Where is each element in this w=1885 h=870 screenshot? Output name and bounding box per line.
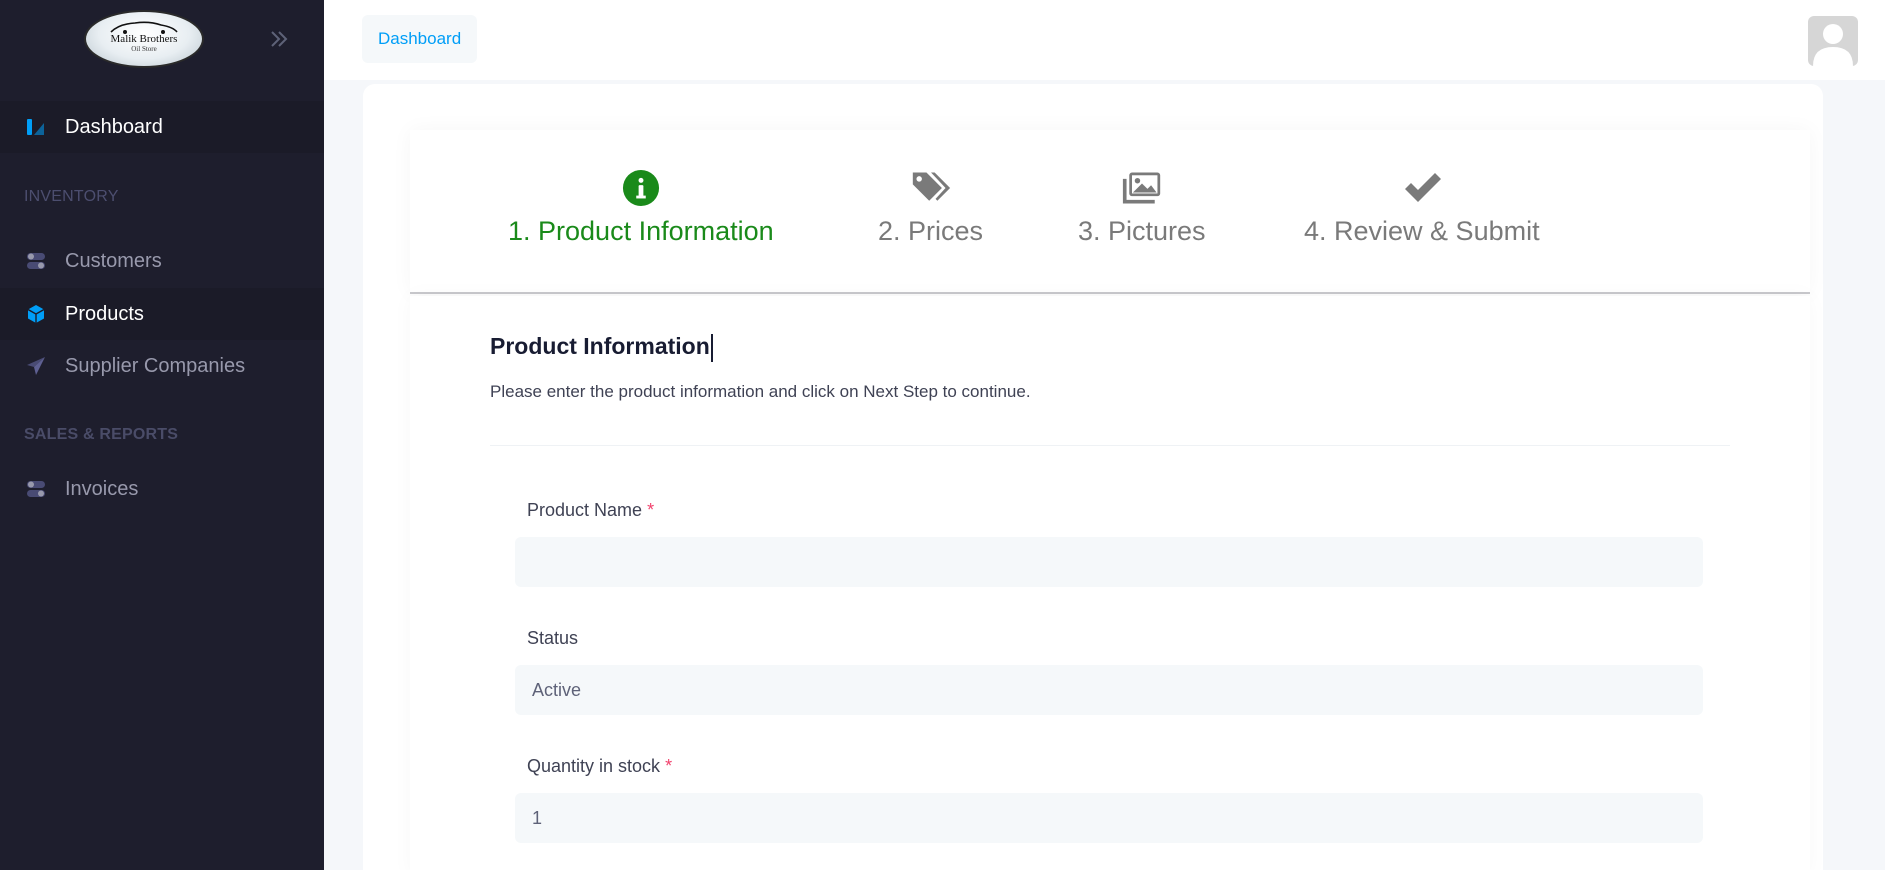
quantity-input[interactable]: 1 — [515, 793, 1703, 843]
product-name-input[interactable] — [515, 537, 1703, 587]
sidebar-item-label: Customers — [65, 249, 162, 272]
cube-icon — [27, 305, 45, 323]
status-label-text: Status — [527, 628, 579, 648]
paper-plane-icon — [27, 357, 45, 375]
section-header-sales-reports: SALES & REPORTS — [24, 426, 179, 443]
toggle-icon — [27, 253, 45, 269]
brand-logo[interactable]: Malik Brothers Oil Store — [84, 10, 204, 68]
images-icon — [1122, 172, 1160, 204]
avatar[interactable] — [1808, 16, 1858, 66]
sidebar-item-label: Invoices — [65, 477, 139, 500]
step-label: 4. Review & Submit — [1304, 216, 1540, 246]
tags-icon — [912, 172, 950, 201]
form-title: Product Information — [490, 333, 713, 362]
form-description: Please enter the product information and… — [490, 382, 1031, 401]
form-title-text: Product Information — [490, 333, 710, 359]
check-icon — [1404, 173, 1441, 202]
dashboard-icon — [27, 119, 44, 135]
sidebar: Malik Brothers Oil Store Dashboard INVEN… — [0, 0, 324, 870]
sidebar-item-supplier-companies[interactable]: Supplier Companies — [0, 340, 324, 392]
step-label: 1. Product Information — [508, 216, 774, 246]
sidebar-item-label: Dashboard — [65, 115, 163, 138]
required-mark: * — [665, 756, 673, 776]
quantity-label: Quantity in stock * — [527, 756, 672, 777]
status-select[interactable]: Active — [515, 665, 1703, 715]
sidebar-item-products[interactable]: Products — [0, 288, 324, 340]
form-divider — [490, 445, 1730, 446]
topbar: Dashboard — [324, 0, 1885, 80]
double-chevron-right-icon[interactable] — [268, 28, 290, 50]
step-product-information[interactable]: 1. Product Information — [508, 168, 774, 247]
step-review-submit[interactable]: 4. Review & Submit — [1304, 168, 1540, 247]
step-prices[interactable]: 2. Prices — [878, 168, 983, 247]
quantity-label-text: Quantity in stock — [527, 756, 661, 776]
info-circle-icon — [622, 169, 659, 207]
sidebar-item-label: Supplier Companies — [65, 354, 246, 377]
status-value: Active — [532, 679, 582, 700]
breadcrumb[interactable]: Dashboard — [362, 15, 478, 63]
sidebar-item-customers[interactable]: Customers — [0, 235, 324, 287]
sidebar-item-label: Products — [65, 302, 144, 325]
logo-title: Malik Brothers — [110, 32, 178, 45]
quantity-value: 1 — [532, 807, 543, 828]
logo-subtitle: Oil Store — [131, 44, 157, 53]
step-label: 2. Prices — [878, 216, 984, 246]
toggle-icon — [27, 481, 45, 497]
sidebar-item-dashboard[interactable]: Dashboard — [0, 101, 324, 153]
product-name-label: Product Name * — [527, 500, 654, 521]
product-name-label-text: Product Name — [527, 500, 643, 520]
text-caret — [710, 333, 713, 362]
car-logo-icon — [110, 21, 178, 34]
section-header-inventory: INVENTORY — [24, 188, 119, 205]
user-avatar-icon — [1813, 24, 1853, 66]
required-mark: * — [647, 500, 655, 520]
sidebar-item-invoices[interactable]: Invoices — [0, 463, 324, 515]
status-label: Status — [527, 628, 578, 649]
step-label: 3. Pictures — [1078, 216, 1206, 246]
step-pictures[interactable]: 3. Pictures — [1078, 168, 1206, 247]
